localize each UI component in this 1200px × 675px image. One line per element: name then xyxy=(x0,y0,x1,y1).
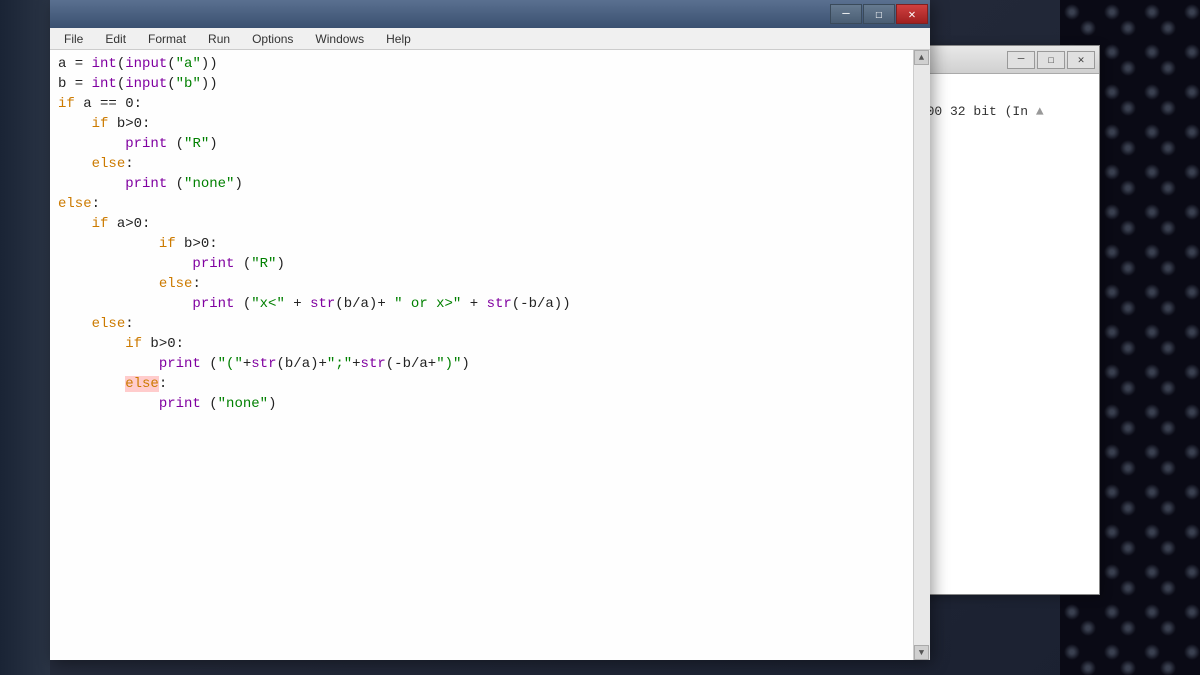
code-line: if b>0: xyxy=(58,116,150,132)
code-line: print ("("+str(b/a)+";"+str(-b/a+")") xyxy=(58,356,470,372)
minimize-button[interactable]: ─ xyxy=(830,4,862,24)
code-line: print ("none") xyxy=(58,396,276,412)
code-line: else: xyxy=(58,156,134,172)
minimize-button-secondary[interactable]: ─ xyxy=(1007,51,1035,69)
menu-help[interactable]: Help xyxy=(376,30,421,48)
menu-run[interactable]: Run xyxy=(198,30,240,48)
close-button[interactable]: ✕ xyxy=(896,4,928,24)
window-controls: ─ ☐ ✕ xyxy=(830,4,928,24)
secondary-content: L600 32 bit (In ▲ xyxy=(901,74,1099,594)
taskbar xyxy=(0,0,50,675)
code-line: b = int(input("b")) xyxy=(58,76,218,92)
editor-window: ─ ☐ ✕ File Edit Format Run Options Windo… xyxy=(50,0,930,660)
menu-options[interactable]: Options xyxy=(242,30,303,48)
menubar: File Edit Format Run Options Windows Hel… xyxy=(50,28,930,50)
code-line: if b>0: xyxy=(58,336,184,352)
maximize-button[interactable]: ☐ xyxy=(863,4,895,24)
code-line: print ("x<" + str(b/a)+ " or x>" + str(-… xyxy=(58,296,571,312)
scroll-up-icon[interactable]: ▲ xyxy=(914,50,929,65)
vertical-scrollbar[interactable]: ▲ ▼ xyxy=(913,50,930,660)
menu-windows[interactable]: Windows xyxy=(305,30,374,48)
menu-edit[interactable]: Edit xyxy=(95,30,136,48)
close-button-secondary[interactable]: ✕ xyxy=(1067,51,1095,69)
secondary-window: ─ ☐ ✕ L600 32 bit (In ▲ xyxy=(900,45,1100,595)
code-line: else: xyxy=(58,276,201,292)
menu-file[interactable]: File xyxy=(54,30,93,48)
code-line: print ("none") xyxy=(58,176,243,192)
editor-area: a = int(input("a")) b = int(input("b")) … xyxy=(50,50,930,660)
menu-format[interactable]: Format xyxy=(138,30,196,48)
code-line: else: xyxy=(58,316,134,332)
titlebar[interactable]: ─ ☐ ✕ xyxy=(50,0,930,28)
code-line: else: xyxy=(58,376,167,392)
code-line: if b>0: xyxy=(58,236,218,252)
code-line: print ("R") xyxy=(58,256,285,272)
code-editor[interactable]: a = int(input("a")) b = int(input("b")) … xyxy=(50,50,913,660)
secondary-titlebar: ─ ☐ ✕ xyxy=(901,46,1099,74)
code-line: a = int(input("a")) xyxy=(58,56,218,72)
maximize-button-secondary[interactable]: ☐ xyxy=(1037,51,1065,69)
scroll-down-icon[interactable]: ▼ xyxy=(914,645,929,660)
code-line: print ("R") xyxy=(58,136,218,152)
code-line: if a>0: xyxy=(58,216,150,232)
code-line: if a == 0: xyxy=(58,96,142,112)
code-line: else: xyxy=(58,196,100,212)
